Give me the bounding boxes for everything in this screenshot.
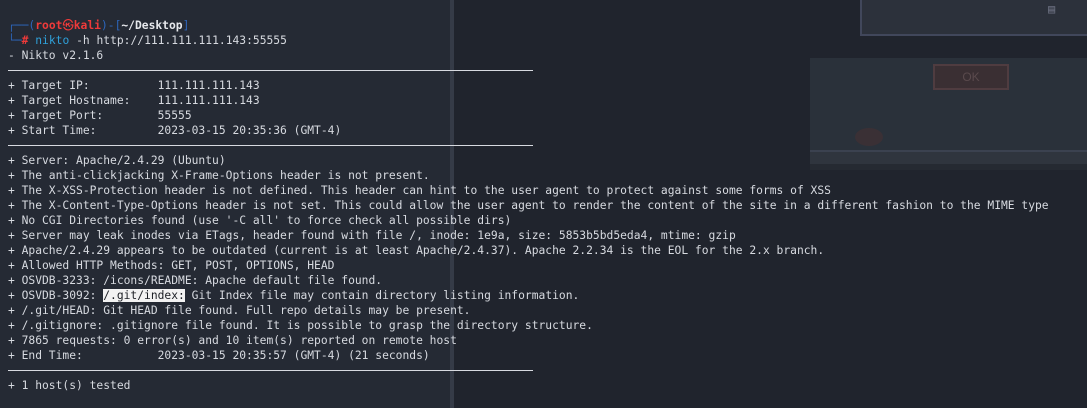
output-line: + /.gitignore: .gitignore file found. It… bbox=[8, 319, 593, 332]
separator bbox=[8, 138, 1087, 153]
output-line: + Allowed HTTP Methods: GET, POST, OPTIO… bbox=[8, 259, 335, 272]
output-line: + Target IP: 111.111.111.143 bbox=[8, 79, 260, 92]
output-line: + Server may leak inodes via ETags, head… bbox=[8, 229, 736, 242]
terminal-output[interactable]: ┌──(root㉿kali)-[~/Desktop] └─# nikto -h … bbox=[0, 0, 1087, 408]
output-line: + No CGI Directories found (use '-C all'… bbox=[8, 214, 512, 227]
output-line: + OSVDB-3233: /icons/README: Apache defa… bbox=[8, 274, 383, 287]
output-line: + Target Port: 55555 bbox=[8, 109, 192, 122]
prompt-frame: ] bbox=[182, 19, 190, 32]
output-line: + End Time: 2023-03-15 20:35:57 (GMT-4) … bbox=[8, 349, 430, 362]
prompt-user: root bbox=[35, 19, 63, 32]
output-text: + OSVDB-3092: bbox=[8, 289, 104, 302]
command-args: -h http://111.111.111.143:55555 bbox=[76, 34, 287, 47]
separator bbox=[8, 363, 1087, 378]
prompt-host: kali bbox=[73, 19, 101, 32]
command-name: nikto bbox=[35, 34, 70, 47]
command-line: └─# nikto -h http://111.111.111.143:5555… bbox=[8, 33, 1087, 48]
output-line: + /.git/HEAD: Git HEAD file found. Full … bbox=[8, 304, 471, 317]
prompt-frame: ┌──( bbox=[8, 19, 36, 32]
nikto-version: - Nikto v2.1.6 bbox=[8, 49, 104, 62]
output-line: + The anti-clickjacking X-Frame-Options … bbox=[8, 169, 430, 182]
output-line: + The X-Content-Type-Options header is n… bbox=[8, 199, 1049, 212]
output-line: + 1 host(s) tested bbox=[8, 379, 131, 392]
prompt-path: ~/Desktop bbox=[121, 19, 183, 32]
output-line-git-index: + OSVDB-3092: /.git/index: Git Index fil… bbox=[8, 288, 1087, 303]
skull-icon: ㉿ bbox=[62, 19, 74, 32]
output-line: + Target Hostname: 111.111.111.143 bbox=[8, 94, 260, 107]
prompt-line-1: ┌──(root㉿kali)-[~/Desktop] bbox=[8, 18, 1087, 33]
output-line: + Server: Apache/2.4.29 (Ubuntu) bbox=[8, 154, 226, 167]
output-line: + Start Time: 2023-03-15 20:35:36 (GMT-4… bbox=[8, 124, 342, 137]
selected-text[interactable]: /.git/index: bbox=[103, 289, 185, 302]
prompt-frame: └─ bbox=[8, 34, 22, 47]
prompt-hash: # bbox=[21, 34, 29, 47]
output-line: + Apache/2.4.29 appears to be outdated (… bbox=[8, 244, 825, 257]
prompt-frame: )-[ bbox=[100, 19, 122, 32]
output-text: Git Index file may contain directory lis… bbox=[184, 289, 580, 302]
separator bbox=[8, 63, 1087, 78]
output-line: + 7865 requests: 0 error(s) and 10 item(… bbox=[8, 334, 457, 347]
output-line: + The X-XSS-Protection header is not def… bbox=[8, 184, 831, 197]
